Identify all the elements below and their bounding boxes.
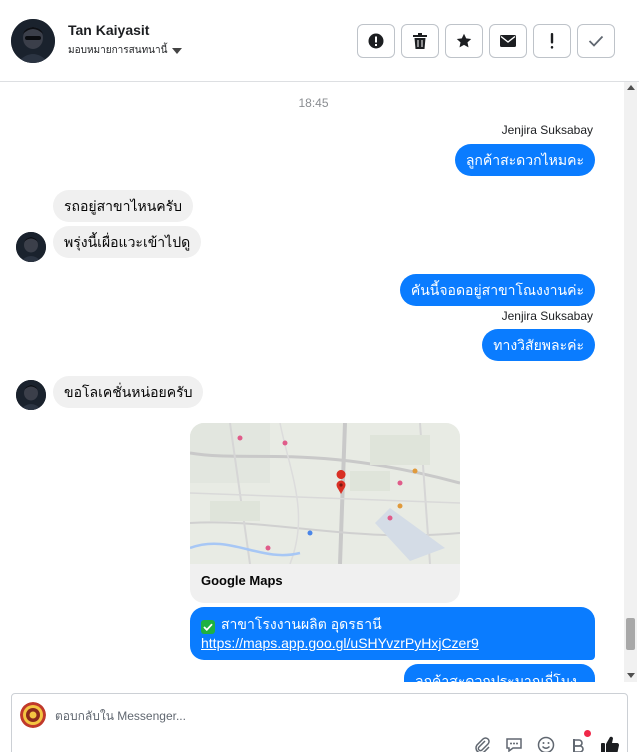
trash-icon [413, 33, 427, 49]
delete-button[interactable] [401, 24, 439, 58]
conversation-toolbar [357, 24, 615, 58]
assign-label: มอบหมายการสนทนานี้ [68, 45, 168, 56]
scrollbar-thumb[interactable] [626, 618, 635, 650]
map-card-title: Google Maps [201, 573, 283, 588]
notification-dot [584, 730, 591, 737]
mark-spam-button[interactable] [357, 24, 395, 58]
alert-circle-icon [368, 33, 384, 49]
assign-conversation-dropdown[interactable]: มอบหมายการสนทนานี้ [68, 43, 183, 58]
map-preview-card[interactable]: Google Maps [190, 423, 460, 603]
location-title: สาขาโรงงานผลิต อุดรธานี [221, 616, 382, 632]
check-icon [588, 35, 604, 47]
bot-icon[interactable] [567, 730, 591, 752]
message-bubble-outgoing[interactable]: ลูกค้าสะดวกไหมคะ [454, 144, 595, 176]
contact-avatar[interactable] [11, 19, 55, 63]
check-mark-icon [201, 620, 215, 634]
maps-link[interactable]: https://maps.app.goo.gl/uSHYvzrPyHxjCzer… [201, 634, 584, 653]
location-link-message[interactable]: สาขาโรงงานผลิต อุดรธานี https://maps.app… [190, 607, 595, 660]
message-thread: 18:45 Jenjira Suksabay ลูกค้าสะดวกไหมคะ … [0, 82, 639, 682]
contact-name[interactable]: Tan Kaiyasit [68, 22, 149, 38]
location-title-row: สาขาโรงงานผลิต อุดรธานี [201, 615, 584, 634]
star-button[interactable] [445, 24, 483, 58]
message-bubble-outgoing[interactable]: ทางวิสัยพละค่ะ [482, 329, 595, 361]
attachment-icon[interactable] [471, 734, 493, 752]
reply-input[interactable] [55, 707, 455, 725]
message-bubble-incoming[interactable]: ขอโลเคชั่นหน่อยครับ [53, 376, 204, 408]
message-bubble-outgoing[interactable]: คันนี้จอดอยู่สาขาโณงงานค่ะ [399, 274, 595, 306]
follow-up-button[interactable] [533, 24, 571, 58]
message-timestamp: 18:45 [298, 96, 329, 110]
contact-avatar-small [16, 380, 46, 410]
exclamation-icon [550, 33, 554, 49]
thread-scrollbar[interactable] [624, 82, 637, 682]
envelope-icon [500, 35, 516, 47]
like-icon[interactable] [599, 734, 621, 752]
mark-done-button[interactable] [577, 24, 615, 58]
mark-unread-button[interactable] [489, 24, 527, 58]
star-icon [456, 33, 472, 48]
conversation-header: Tan Kaiyasit มอบหมายการสนทนานี้ [0, 0, 639, 82]
scroll-down-arrow-icon[interactable] [627, 673, 635, 678]
message-bubble-outgoing[interactable]: ลูกค้าสะดวกประมาณกี่โมงคะ [404, 664, 595, 682]
sender-name: Jenjira Suksabay [501, 309, 593, 323]
message-bubble-incoming[interactable]: พรุ่งนี้เผื่อแวะเข้าไปดู [53, 226, 202, 258]
page-avatar [20, 702, 46, 728]
map-image [190, 423, 460, 564]
scroll-up-arrow-icon[interactable] [627, 85, 635, 90]
contact-avatar-small [16, 232, 46, 262]
chevron-down-icon [172, 47, 183, 54]
reply-composer [11, 693, 628, 752]
saved-replies-icon[interactable] [503, 734, 525, 752]
composer-actions [471, 730, 621, 752]
emoji-icon[interactable] [535, 734, 557, 752]
sender-name: Jenjira Suksabay [501, 123, 593, 137]
message-bubble-incoming[interactable]: รถอยู่สาขาไหนครับ [53, 190, 194, 222]
